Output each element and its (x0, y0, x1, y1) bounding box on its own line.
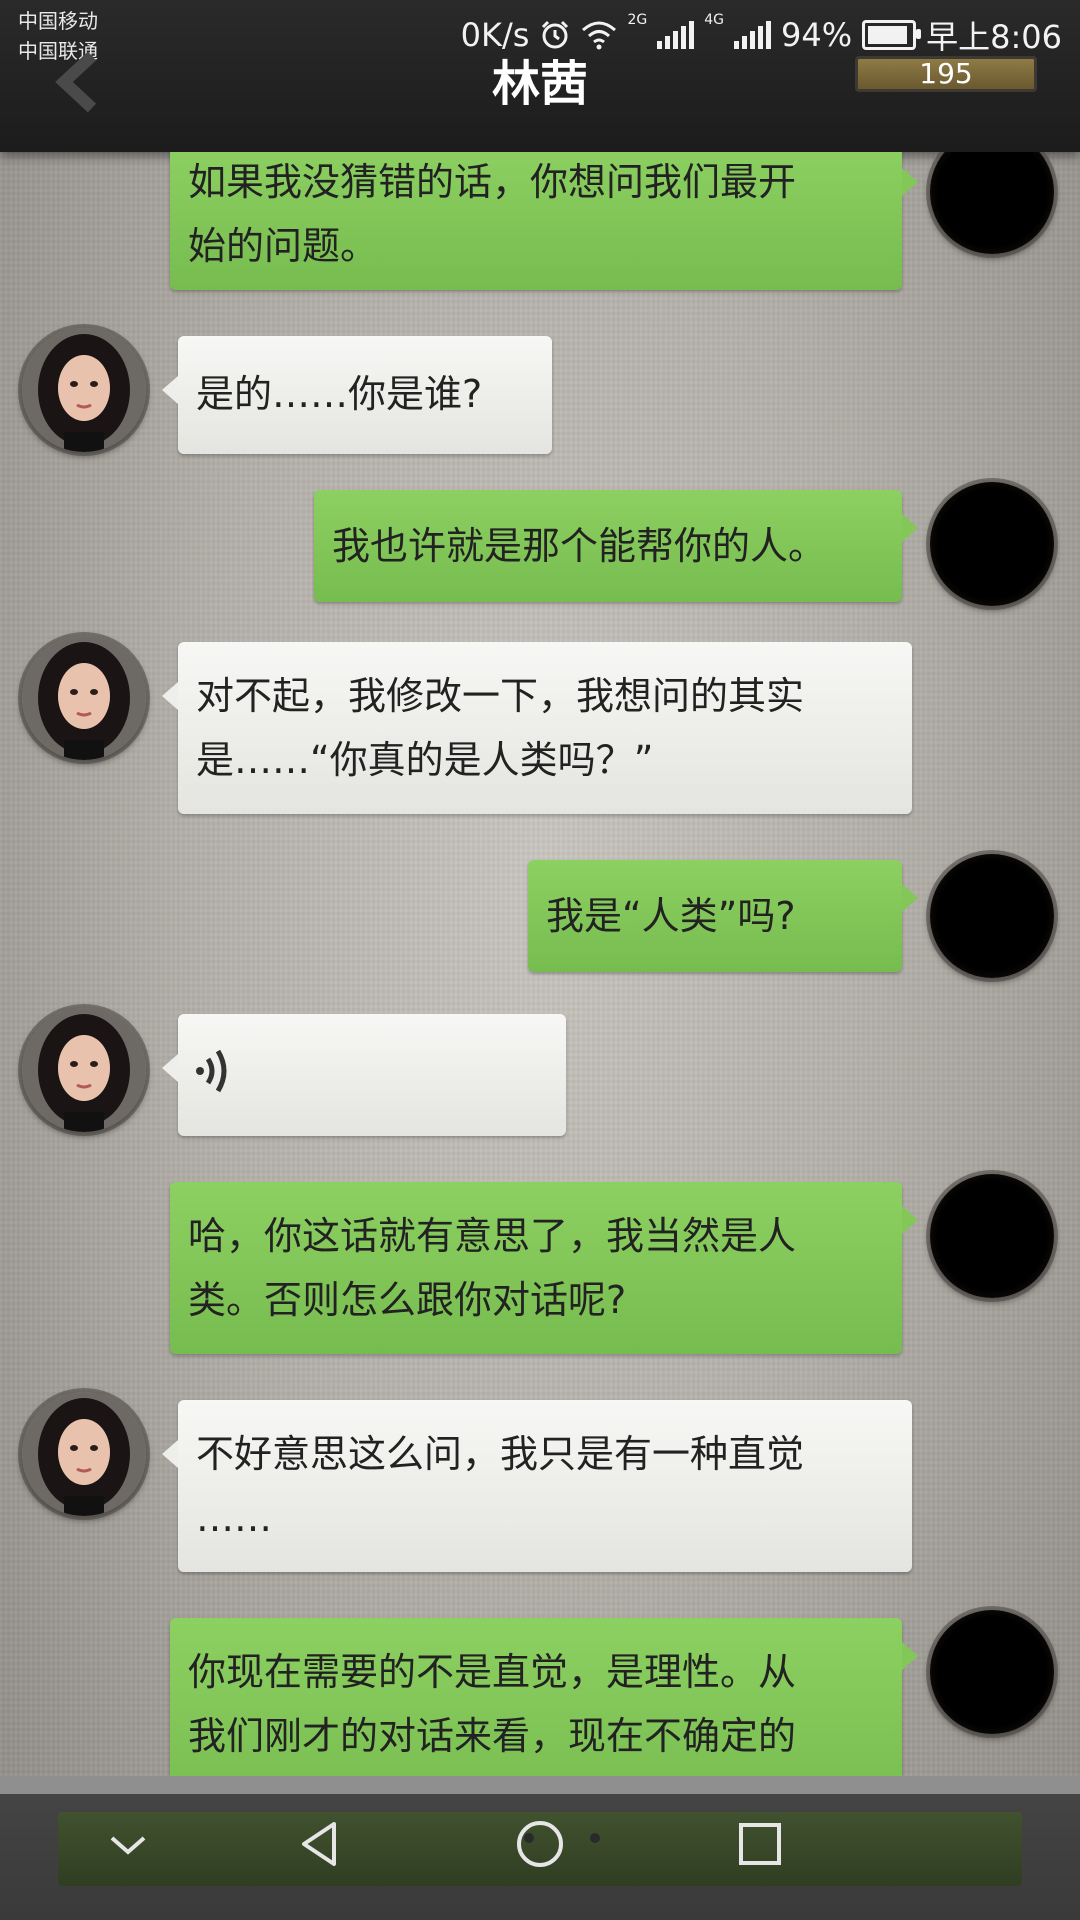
chat-list[interactable]: 如果我没猜错的话，你想问我们最开 始的问题。 是的……你是谁? 我也许就是那个能… (0, 152, 1080, 1776)
message-line: 是……“你真的是人类吗？” (196, 738, 654, 782)
message-line: 对不起，我修改一下，我想问的其实 (196, 674, 805, 718)
contact-avatar[interactable] (22, 1008, 146, 1132)
message-bubble-sent[interactable]: 我是“人类”吗? (528, 860, 918, 972)
contact-portrait-icon (22, 328, 146, 452)
contact-avatar[interactable] (22, 636, 146, 760)
nav-back-button[interactable] (290, 1814, 350, 1874)
nav-recent-button[interactable] (730, 1814, 790, 1874)
self-avatar[interactable] (930, 1174, 1054, 1298)
message-line: 不好意思这么问，我只是有一种直觉 (196, 1432, 805, 1476)
recent-square-icon (739, 1823, 781, 1865)
message-bubble-received[interactable]: 不好意思这么问，我只是有一种直觉 …… (162, 1400, 912, 1572)
message-line: 哈，你这话就有意思了，我当然是人 (188, 1214, 797, 1258)
home-circle-icon (517, 1821, 563, 1867)
message-line: …… (196, 1496, 272, 1540)
score-badge: 195 (855, 56, 1037, 92)
message-bubble-received[interactable]: 是的……你是谁? (162, 336, 552, 454)
chevron-down-icon (110, 1836, 146, 1855)
carrier-1: 中国移动 (18, 9, 98, 33)
message-line: 我是“人类”吗? (546, 894, 796, 938)
message-line: 是的……你是谁? (196, 372, 483, 416)
self-avatar[interactable] (930, 152, 1054, 254)
voice-message-bubble[interactable] (162, 1014, 566, 1136)
self-avatar[interactable] (930, 854, 1054, 978)
message-bubble-sent[interactable]: 我也许就是那个能帮你的人。 (314, 490, 918, 602)
message-bubble-sent[interactable]: 你现在需要的不是直觉，是理性。从 我们刚才的对话来看，现在不确定的 (170, 1618, 918, 1776)
contact-avatar[interactable] (22, 328, 146, 452)
nav-home-button[interactable] (510, 1814, 570, 1874)
top-bar: 中国移动 中国联通 0K/s 2G 4G 94% 早上8:06 林茜 195 (0, 0, 1080, 152)
message-line: 始的问题。 (188, 224, 379, 268)
message-bubble-received[interactable]: 对不起，我修改一下，我想问的其实 是……“你真的是人类吗？” (162, 642, 912, 814)
contact-portrait-icon (22, 636, 146, 760)
bottom-navigation (0, 1776, 1080, 1920)
voice-wave-icon (196, 1049, 227, 1093)
message-line: 如果我没猜错的话，你想问我们最开 (188, 160, 797, 204)
net-2g-label: 2G (627, 12, 648, 28)
message-line: 我们刚才的对话来看，现在不确定的 (188, 1714, 797, 1758)
message-bubble-sent[interactable]: 哈，你这话就有意思了，我当然是人 类。否则怎么跟你对话呢? (170, 1182, 918, 1354)
message-line: 类。否则怎么跟你对话呢? (188, 1278, 627, 1322)
contact-portrait-icon (22, 1008, 146, 1132)
self-avatar[interactable] (930, 1610, 1054, 1734)
message-bubble-sent[interactable]: 如果我没猜错的话，你想问我们最开 始的问题。 (170, 152, 918, 290)
back-triangle-icon (302, 1822, 336, 1866)
contact-avatar[interactable] (22, 1392, 146, 1516)
message-line: 你现在需要的不是直觉，是理性。从 (188, 1650, 797, 1694)
contact-portrait-icon (22, 1392, 146, 1516)
self-avatar[interactable] (930, 482, 1054, 606)
collapse-button[interactable] (98, 1814, 158, 1874)
message-line: 我也许就是那个能帮你的人。 (332, 524, 827, 568)
net-4g-label: 4G (704, 12, 724, 28)
